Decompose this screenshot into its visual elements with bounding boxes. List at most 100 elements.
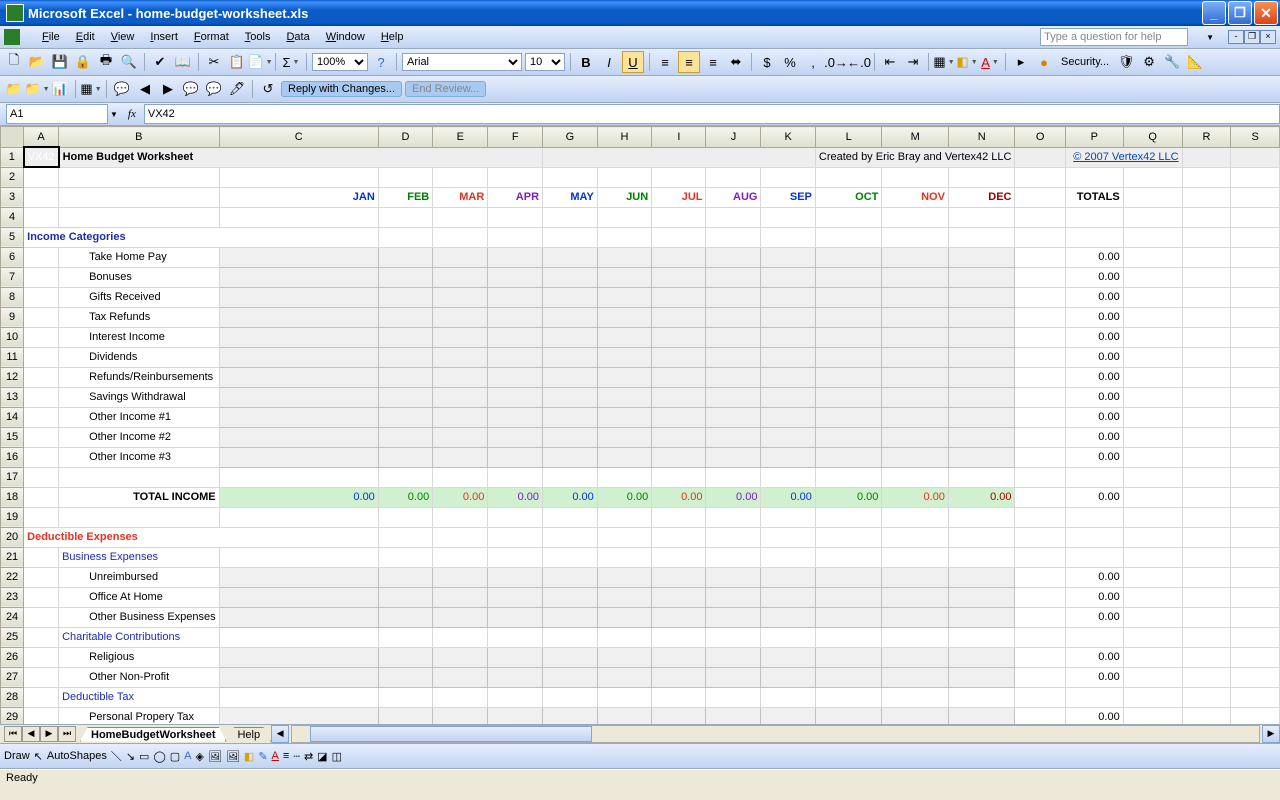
data-cell[interactable] bbox=[815, 427, 882, 447]
data-cell[interactable] bbox=[219, 407, 378, 427]
data-cell[interactable] bbox=[706, 407, 761, 427]
income-item[interactable]: Interest Income bbox=[59, 327, 220, 347]
data-cell[interactable] bbox=[488, 587, 543, 607]
data-cell[interactable] bbox=[706, 307, 761, 327]
data-cell[interactable] bbox=[652, 647, 706, 667]
data-cell[interactable] bbox=[597, 447, 651, 467]
row-header-12[interactable]: 12 bbox=[1, 367, 24, 387]
data-cell[interactable] bbox=[433, 327, 488, 347]
autoshapes-menu[interactable]: AutoShapes bbox=[47, 750, 107, 762]
col-header-C[interactable]: C bbox=[219, 127, 378, 148]
col-header-F[interactable]: F bbox=[488, 127, 543, 148]
data-cell[interactable] bbox=[488, 407, 543, 427]
income-item[interactable]: Other Income #2 bbox=[59, 427, 220, 447]
total-income-grand[interactable]: 0.00 bbox=[1065, 487, 1123, 507]
data-cell[interactable] bbox=[761, 387, 815, 407]
data-cell[interactable] bbox=[761, 307, 815, 327]
data-cell[interactable] bbox=[378, 367, 432, 387]
row-header-19[interactable]: 19 bbox=[1, 507, 24, 527]
data-cell[interactable] bbox=[219, 287, 378, 307]
data-cell[interactable] bbox=[543, 287, 598, 307]
data-cell[interactable] bbox=[652, 387, 706, 407]
copy-button[interactable]: 📋 bbox=[227, 52, 247, 72]
tab-first-button[interactable]: ⏮ bbox=[4, 726, 22, 742]
data-cell[interactable] bbox=[597, 247, 651, 267]
data-cell[interactable] bbox=[378, 667, 432, 687]
data-cell[interactable] bbox=[882, 387, 949, 407]
data-cell[interactable] bbox=[882, 347, 949, 367]
menu-help[interactable]: Help bbox=[373, 29, 412, 45]
data-cell[interactable] bbox=[948, 707, 1015, 724]
data-cell[interactable] bbox=[378, 287, 432, 307]
data-cell[interactable] bbox=[488, 447, 543, 467]
data-cell[interactable] bbox=[948, 587, 1015, 607]
data-cell[interactable] bbox=[815, 587, 882, 607]
section-header[interactable]: Business Expenses bbox=[59, 547, 220, 567]
data-cell[interactable] bbox=[219, 347, 378, 367]
data-cell[interactable] bbox=[433, 347, 488, 367]
data-cell[interactable] bbox=[882, 267, 949, 287]
row-header-4[interactable]: 4 bbox=[1, 207, 24, 227]
diagram-icon[interactable]: ◈ bbox=[196, 750, 204, 763]
data-cell[interactable] bbox=[882, 427, 949, 447]
hscroll-left-button[interactable]: ◀ bbox=[271, 725, 289, 743]
tab-help[interactable]: Help bbox=[226, 727, 271, 742]
data-cell[interactable] bbox=[706, 427, 761, 447]
col-header-B[interactable]: B bbox=[59, 127, 220, 148]
tab-last-button[interactable]: ⏭ bbox=[58, 726, 76, 742]
item-total[interactable]: 0.00 bbox=[1065, 647, 1123, 667]
mdi-close-button[interactable]: × bbox=[1260, 30, 1276, 44]
data-cell[interactable] bbox=[948, 327, 1015, 347]
col-header-L[interactable]: L bbox=[815, 127, 882, 148]
income-item[interactable]: Bonuses bbox=[59, 267, 220, 287]
data-cell[interactable] bbox=[761, 247, 815, 267]
data-cell[interactable] bbox=[488, 567, 543, 587]
data-cell[interactable] bbox=[433, 607, 488, 627]
data-cell[interactable] bbox=[219, 367, 378, 387]
fill-color-draw-icon[interactable]: ◧ bbox=[244, 750, 254, 763]
mdi-minimize-button[interactable]: - bbox=[1228, 30, 1244, 44]
item-total[interactable]: 0.00 bbox=[1065, 307, 1123, 327]
data-cell[interactable] bbox=[652, 667, 706, 687]
draw-menu[interactable]: Draw bbox=[4, 750, 30, 762]
data-cell[interactable] bbox=[543, 387, 598, 407]
data-cell[interactable] bbox=[815, 307, 882, 327]
menu-window[interactable]: Window bbox=[318, 29, 373, 45]
data-cell[interactable] bbox=[543, 347, 598, 367]
data-cell[interactable] bbox=[882, 707, 949, 724]
data-cell[interactable] bbox=[488, 267, 543, 287]
data-cell[interactable] bbox=[761, 267, 815, 287]
data-cell[interactable] bbox=[948, 427, 1015, 447]
data-cell[interactable] bbox=[761, 447, 815, 467]
col-header-P[interactable]: P bbox=[1065, 127, 1123, 148]
window-close-button[interactable]: ✕ bbox=[1254, 1, 1278, 25]
data-cell[interactable] bbox=[597, 407, 651, 427]
decrease-indent-button[interactable]: ⇤ bbox=[880, 52, 900, 72]
rectangle-icon[interactable]: ▭ bbox=[139, 750, 149, 763]
data-cell[interactable] bbox=[815, 387, 882, 407]
data-cell[interactable] bbox=[488, 287, 543, 307]
print-button[interactable]: 🖶 bbox=[96, 52, 116, 72]
col-header-N[interactable]: N bbox=[948, 127, 1015, 148]
hscroll-right-button[interactable]: ▶ bbox=[1262, 725, 1280, 743]
data-cell[interactable] bbox=[815, 267, 882, 287]
col-header-H[interactable]: H bbox=[597, 127, 651, 148]
month-OCT[interactable]: OCT bbox=[815, 187, 882, 207]
item-total[interactable]: 0.00 bbox=[1065, 247, 1123, 267]
row-header-16[interactable]: 16 bbox=[1, 447, 24, 467]
workbook-control-icon[interactable] bbox=[4, 29, 20, 45]
income-item[interactable]: Dividends bbox=[59, 347, 220, 367]
data-cell[interactable] bbox=[882, 647, 949, 667]
data-cell[interactable] bbox=[543, 267, 598, 287]
data-cell[interactable] bbox=[948, 287, 1015, 307]
data-cell[interactable] bbox=[597, 307, 651, 327]
month-JUN[interactable]: JUN bbox=[597, 187, 651, 207]
textbox-icon[interactable]: ▢ bbox=[170, 750, 180, 763]
data-cell[interactable] bbox=[652, 347, 706, 367]
item-total[interactable]: 0.00 bbox=[1065, 427, 1123, 447]
row-header-3[interactable]: 3 bbox=[1, 187, 24, 207]
data-cell[interactable] bbox=[706, 567, 761, 587]
data-cell[interactable] bbox=[378, 647, 432, 667]
data-cell[interactable] bbox=[378, 347, 432, 367]
help-search-input[interactable] bbox=[1040, 28, 1188, 46]
